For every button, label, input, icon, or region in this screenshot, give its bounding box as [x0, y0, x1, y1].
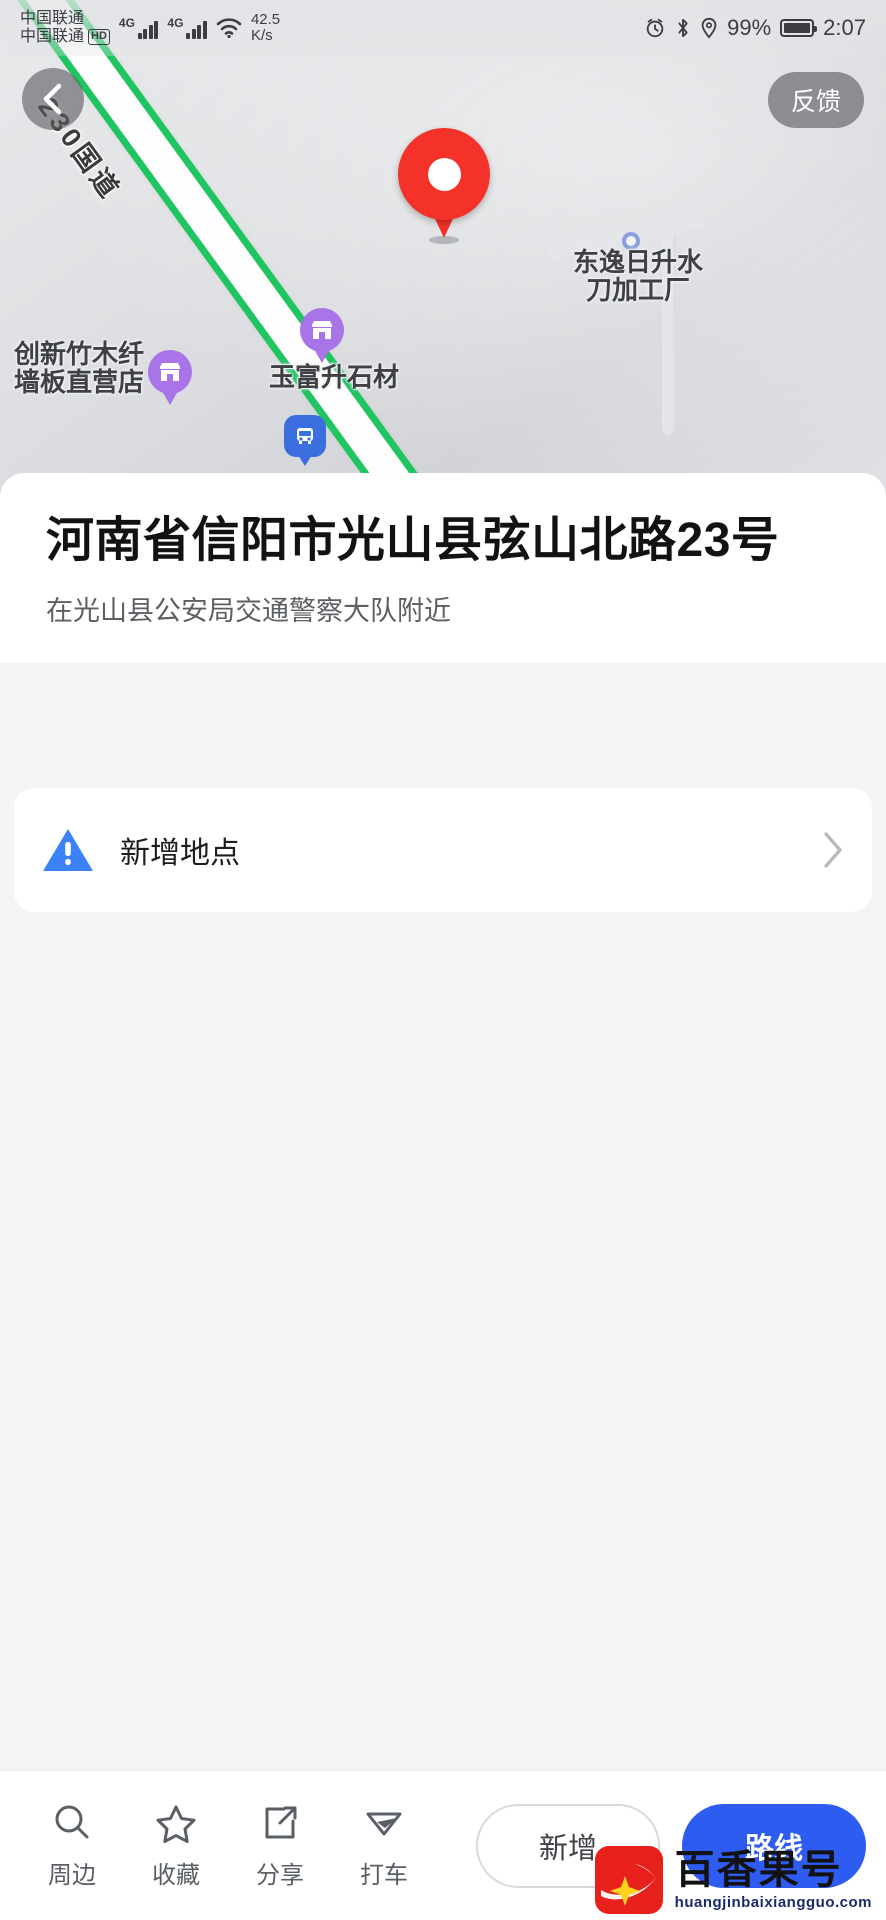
carrier-name-sim2: 中国联通 [20, 28, 85, 45]
tool-taxi[interactable]: 打车 [332, 1802, 436, 1890]
signal-group-sim2: 4G [167, 17, 207, 39]
signal-bars-icon [137, 21, 159, 39]
tool-nearby[interactable]: 周边 [20, 1802, 124, 1890]
chevron-right-icon [824, 832, 842, 868]
warning-triangle-icon [43, 829, 93, 871]
hd-badge: HD [88, 29, 110, 45]
watermark-text: 百香果号 huangjinbaixiangguo.com [675, 1850, 872, 1910]
selected-location-pin[interactable] [398, 128, 490, 244]
wifi-icon [216, 18, 242, 39]
add-point-label: 新增地点 [120, 837, 240, 870]
page-title: 河南省信阳市光山县弦山北路23号 [46, 514, 780, 567]
network-type-sim1: 4G [118, 16, 135, 30]
battery-icon [780, 19, 818, 37]
pin-head [398, 128, 490, 220]
watermark: 百香果号 huangjinbaixiangguo.com [594, 1846, 872, 1914]
tool-share-label: 分享 [256, 1861, 304, 1889]
back-arrow-icon [43, 83, 62, 115]
watermark-url: huangjinbaixiangguo.com [674, 1894, 872, 1911]
carrier-info: 中国联通 中国联通 HD [20, 10, 110, 46]
map-canvas[interactable]: 230国道 创新竹木纤 墙板直营店 玉富升石材 东逸日升水 刀加工厂 反馈 [0, 0, 886, 500]
network-speed: 42.5 K/s [250, 10, 281, 45]
poi-marker-yufusheng[interactable] [300, 308, 344, 352]
location-icon [701, 17, 717, 39]
add-button-label: 新增 [538, 1832, 597, 1865]
status-bar-right: 99% 2:07 [644, 15, 866, 41]
network-type-sim2: 4G [167, 16, 184, 30]
add-point-row[interactable]: 新增地点 [14, 788, 872, 912]
taxi-icon [366, 1812, 402, 1835]
poi-label-dongyi: 东逸日升水 刀加工厂 [572, 247, 703, 306]
battery-percent: 99% [727, 15, 772, 40]
bus-stop-icon[interactable] [284, 415, 326, 457]
carrier-name-sim1: 中国联通 [20, 10, 85, 28]
tool-favorite[interactable]: 收藏 [124, 1802, 228, 1890]
watermark-brand: 百香果号 [674, 1848, 843, 1892]
clock: 2:07 [823, 15, 866, 40]
share-icon [265, 1806, 297, 1838]
bluetooth-icon [678, 18, 688, 38]
tool-nearby-label: 周边 [48, 1861, 96, 1889]
feedback-button[interactable]: 反馈 [768, 72, 864, 128]
map-haze [0, 0, 886, 500]
search-icon [55, 1805, 89, 1838]
tool-taxi-label: 打车 [360, 1861, 408, 1889]
status-bar: 中国联通 中国联通 HD 4G 4G 42.5 K/s 99% 2:07 [0, 0, 886, 56]
pin-shadow [429, 236, 459, 244]
poi-label-chuangxin: 创新竹木纤 墙板直营店 [13, 339, 144, 398]
carrier-row-sim2: 中国联通 HD [20, 28, 110, 46]
back-button[interactable] [22, 68, 84, 130]
tool-favorite-label: 收藏 [152, 1861, 200, 1889]
shop-icon [300, 308, 344, 352]
status-bar-left: 中国联通 中国联通 HD 4G 4G 42.5 K/s [20, 10, 280, 46]
signal-group-sim1: 4G [119, 17, 159, 39]
network-speed-value: 42.5 [250, 10, 281, 28]
feedback-label: 反馈 [790, 88, 841, 116]
sheet-divider [0, 756, 886, 788]
network-speed-unit: K/s [250, 27, 273, 44]
watermark-logo-icon [594, 1846, 663, 1914]
address-subtitle: 在光山县公安局交通警察大队附近 [46, 596, 451, 627]
place-detail-sheet: 河南省信阳市光山县弦山北路23号 在光山县公安局交通警察大队附近 [0, 473, 886, 664]
map-detail-screen: 230国道 创新竹木纤 墙板直营店 玉富升石材 东逸日升水 刀加工厂 反馈 中国… [0, 0, 886, 1920]
tool-share[interactable]: 分享 [228, 1802, 332, 1890]
poi-label-yufusheng: 玉富升石材 [268, 362, 399, 392]
star-icon [156, 1805, 196, 1843]
bus-badge [284, 415, 326, 457]
signal-bars-icon [186, 21, 207, 39]
alarm-icon [646, 18, 664, 38]
